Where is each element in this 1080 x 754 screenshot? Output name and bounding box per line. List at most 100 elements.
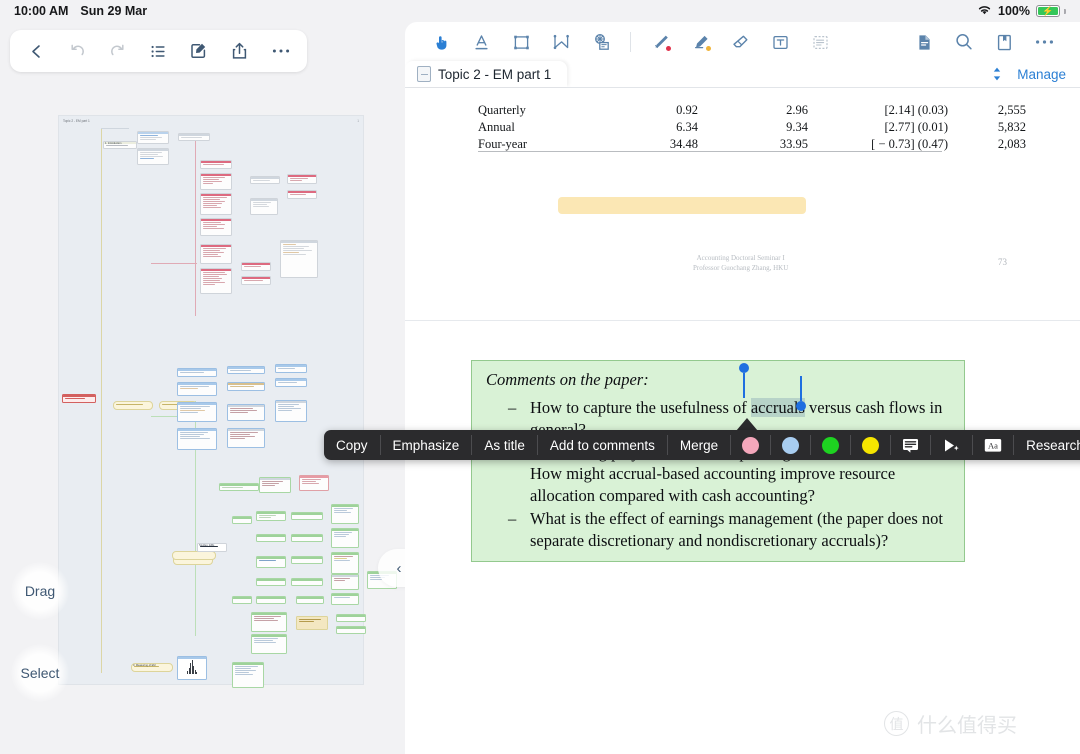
mm-node[interactable] [232, 516, 252, 524]
mm-node[interactable] [137, 148, 169, 165]
mm-node[interactable] [331, 528, 359, 548]
merge-menu-item[interactable]: Merge [668, 430, 730, 460]
add-to-comments-menu-item[interactable]: Add to comments [538, 430, 667, 460]
mm-node[interactable] [256, 556, 286, 568]
mm-node[interactable] [227, 428, 265, 448]
prev-page-button[interactable]: ‹ [397, 560, 402, 577]
text-box-icon[interactable] [760, 25, 800, 59]
mm-node[interactable] [200, 193, 232, 215]
mm-node[interactable] [287, 190, 317, 199]
mm-node[interactable] [291, 534, 323, 542]
as-title-menu-item[interactable]: As title [472, 430, 537, 460]
dashed-list-icon[interactable] [800, 25, 840, 59]
mm-node[interactable] [296, 596, 324, 604]
sort-updown-icon[interactable] [991, 66, 1003, 83]
edit-square-icon[interactable] [184, 36, 214, 66]
mm-node[interactable] [200, 244, 232, 264]
mm-node[interactable] [232, 596, 252, 604]
outline-list-icon[interactable] [143, 36, 173, 66]
translate-aa-icon[interactable]: Aa [973, 430, 1013, 460]
mm-node[interactable] [227, 404, 265, 421]
hand-pointer-icon[interactable] [421, 25, 461, 63]
more-ellipsis-icon[interactable] [1024, 25, 1064, 59]
underline-a-icon[interactable] [461, 25, 501, 59]
redo-button[interactable] [103, 36, 133, 66]
mm-node[interactable] [219, 483, 259, 491]
mm-node[interactable] [331, 552, 359, 574]
mm-node[interactable] [137, 131, 169, 144]
search-icon[interactable] [944, 25, 984, 59]
undo-button[interactable] [62, 36, 92, 66]
comment-block[interactable]: Comments on the paper: – How to capture … [471, 360, 965, 562]
selection-handle-start[interactable] [739, 363, 749, 398]
mm-node[interactable] [256, 596, 286, 604]
mm-node[interactable] [177, 402, 217, 422]
mm-node[interactable] [331, 574, 359, 590]
color-pink-swatch[interactable] [731, 430, 770, 460]
eraser-icon[interactable] [720, 25, 760, 59]
copy-menu-item[interactable]: Copy [324, 430, 380, 460]
mm-node[interactable] [113, 401, 153, 410]
mm-node[interactable] [256, 578, 286, 586]
mm-node[interactable] [62, 394, 96, 403]
mm-node[interactable] [256, 534, 286, 542]
document-icon[interactable] [904, 25, 944, 59]
share-icon[interactable] [225, 36, 255, 66]
tab-topic2-em-part1[interactable]: Topic 2 - EM part 1 [405, 61, 568, 87]
mm-node[interactable] [287, 174, 317, 184]
emphasize-menu-item[interactable]: Emphasize [381, 430, 472, 460]
list-item[interactable]: – What is the effect of earnings managem… [486, 508, 950, 552]
mm-node[interactable] [331, 593, 359, 605]
mm-node[interactable] [250, 176, 280, 184]
stamp-icon[interactable] [581, 25, 621, 59]
mm-node[interactable] [291, 556, 323, 564]
mm-node[interactable] [275, 378, 307, 387]
back-button[interactable] [21, 36, 51, 66]
mm-node[interactable] [200, 173, 232, 190]
mm-node[interactable] [227, 382, 265, 391]
mm-node[interactable] [172, 551, 216, 560]
mm-node[interactable] [241, 276, 271, 285]
research-menu-item[interactable]: Research [1014, 430, 1080, 460]
mm-node[interactable] [232, 662, 264, 688]
more-ellipsis-icon[interactable] [266, 36, 296, 66]
mm-node[interactable] [331, 504, 359, 524]
manage-button[interactable]: Manage [1017, 67, 1066, 82]
mm-node[interactable] [241, 262, 271, 271]
mm-node[interactable] [296, 616, 328, 630]
mm-node[interactable] [227, 366, 265, 374]
play-sparkle-icon[interactable] [931, 430, 972, 460]
mm-node[interactable] [259, 477, 291, 493]
mm-node[interactable] [291, 512, 323, 520]
mm-node[interactable] [336, 626, 366, 634]
select-mode-button[interactable]: Select [11, 644, 69, 702]
color-yellow-swatch[interactable] [851, 430, 890, 460]
mm-node[interactable] [256, 511, 286, 521]
polyline-icon[interactable] [541, 25, 581, 59]
context-menu[interactable]: Copy Emphasize As title Add to comments … [324, 430, 1080, 460]
mm-node[interactable] [178, 133, 210, 141]
color-blue-swatch[interactable] [771, 430, 810, 460]
mm-node[interactable] [200, 268, 232, 294]
drag-mode-button[interactable]: Drag [11, 562, 69, 620]
mm-node[interactable] [275, 400, 307, 422]
highlight-bar[interactable] [558, 197, 806, 214]
color-green-swatch[interactable] [811, 430, 850, 460]
mm-node[interactable] [200, 218, 232, 236]
mm-node[interactable] [251, 634, 287, 654]
mindmap-canvas[interactable]: Topic 2 - EM part 1 1 1. Introduction 3.… [58, 115, 397, 688]
mm-node[interactable] [336, 614, 366, 622]
mm-node[interactable] [177, 428, 217, 450]
selection-handle-end[interactable] [796, 376, 806, 411]
mm-node[interactable] [200, 160, 232, 169]
crop-frame-icon[interactable] [501, 25, 541, 59]
bookmark-icon[interactable] [984, 25, 1024, 59]
note-lines-icon[interactable] [891, 430, 930, 460]
mm-node[interactable] [250, 198, 278, 215]
mm-node[interactable] [177, 382, 217, 396]
mm-node[interactable] [177, 656, 207, 680]
highlighter-icon[interactable] [680, 25, 720, 59]
pen-icon[interactable] [640, 25, 680, 59]
mm-node[interactable] [299, 475, 329, 491]
mm-node[interactable] [280, 240, 318, 278]
